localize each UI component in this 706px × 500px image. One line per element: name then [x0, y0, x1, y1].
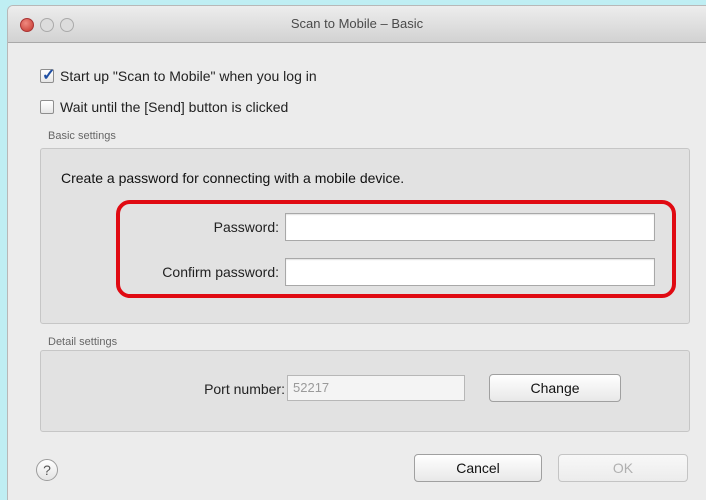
startup-checkbox-row[interactable]: ✓ Start up "Scan to Mobile" when you log… [40, 67, 317, 84]
password-highlight-box [116, 200, 676, 298]
startup-checkbox[interactable]: ✓ [40, 67, 55, 84]
startup-label: Start up "Scan to Mobile" when you log i… [60, 68, 317, 84]
port-number-field: 52217 [287, 375, 465, 401]
wait-checkbox-row[interactable]: Wait until the [Send] button is clicked [40, 99, 288, 115]
ok-button[interactable]: OK [558, 454, 688, 482]
cancel-button[interactable]: Cancel [414, 454, 542, 482]
detail-settings-label: Detail settings [48, 336, 118, 348]
title-bar: Scan to Mobile – Basic [8, 6, 706, 43]
wait-label: Wait until the [Send] button is clicked [60, 99, 289, 115]
checkmark-icon: ✓ [42, 67, 56, 84]
help-icon[interactable]: ? [36, 459, 58, 481]
dialog-window: Scan to Mobile – Basic ✓ Start up "Scan … [8, 6, 706, 500]
change-button[interactable]: Change [489, 374, 621, 402]
password-instruction: Create a password for connecting with a … [61, 170, 405, 186]
window-title: Scan to Mobile – Basic [290, 16, 424, 31]
basic-settings-label: Basic settings [48, 130, 116, 142]
wait-checkbox[interactable] [40, 100, 54, 114]
port-number-label: Port number: [204, 381, 285, 397]
detail-settings-group: Port number: 52217 Change [40, 350, 690, 432]
